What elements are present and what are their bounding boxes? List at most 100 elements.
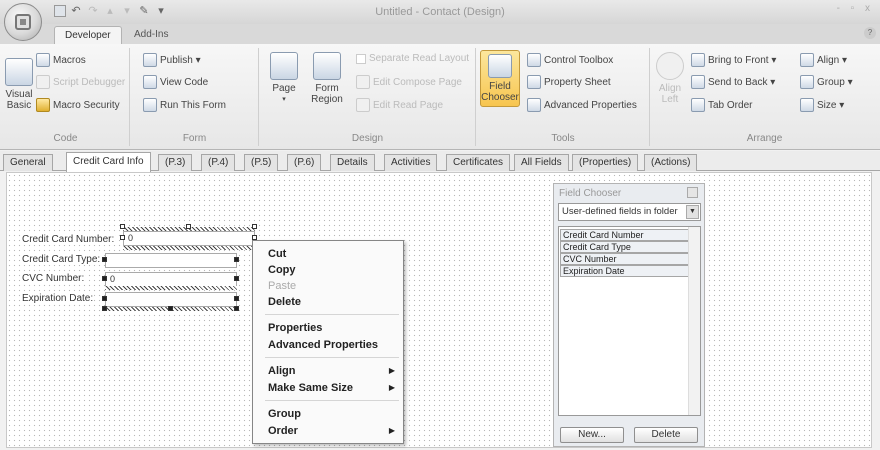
view-code-button[interactable]: View Code [143,75,208,89]
menu-item-align[interactable]: Align ▶ [268,363,395,379]
menu-item-delete[interactable]: Delete [268,294,395,310]
script-debugger-button[interactable]: Script Debugger [36,75,125,89]
submenu-arrow-icon: ▶ [388,366,395,375]
close-icon[interactable] [687,187,698,198]
view-code-label: View Code [160,76,209,88]
send-to-back-button[interactable]: Send to Back ▾ [691,75,775,89]
tab-add-ins[interactable]: Add-Ins [124,26,178,44]
page-tab-actions[interactable]: (Actions) [644,154,698,171]
resize-handle[interactable] [102,276,107,281]
page-tab-p6[interactable]: (P.6) [287,154,322,171]
page-tab-details[interactable]: Details [330,154,375,171]
tab-developer[interactable]: Developer [54,26,122,44]
credit-card-number-field[interactable]: 0 [123,231,255,246]
form-region-label: Form Region [311,83,343,105]
office-logo-icon [15,14,31,30]
separate-read-layout-button[interactable]: Separate Read Layout [356,53,469,64]
menu-item-advanced-properties[interactable]: Advanced Properties [268,337,395,353]
size-button[interactable]: Size ▾ [800,98,844,112]
resize-handle[interactable] [234,306,239,311]
menu-item-cut[interactable]: Cut [268,246,395,262]
form-region-button[interactable]: Form Region [306,52,348,105]
resize-handle[interactable] [120,224,125,229]
label-cvc-number[interactable]: CVC Number: [21,273,86,284]
field-list-item[interactable]: Expiration Date [560,265,689,277]
macro-security-button[interactable]: Macro Security [36,98,120,112]
bring-to-front-label: Bring to Front ▾ [708,54,777,66]
resize-handle[interactable] [234,257,239,262]
resize-handle[interactable] [252,224,257,229]
resize-handle[interactable] [102,257,107,262]
page-tab-general[interactable]: General [3,154,53,171]
property-sheet-button[interactable]: Property Sheet [527,75,611,89]
script-debugger-label: Script Debugger [53,76,126,88]
window-controls[interactable]: - ▫ x [837,3,874,14]
align-button[interactable]: Align ▾ [800,53,847,67]
menu-item-copy[interactable]: Copy [268,262,395,278]
page-tab-properties[interactable]: (Properties) [572,154,639,171]
credit-card-type-field[interactable] [105,253,237,268]
bring-to-front-button[interactable]: Bring to Front ▾ [691,53,776,67]
bring-front-icon [691,53,705,67]
group-button[interactable]: Group ▾ [800,75,853,89]
visual-basic-button[interactable]: Visual Basic [5,58,33,111]
resize-handle[interactable] [186,224,191,229]
tab-order-button[interactable]: Tab Order [691,98,752,112]
label-credit-card-type[interactable]: Credit Card Type: [21,254,102,265]
label-expiration-date[interactable]: Expiration Date: [21,293,95,304]
edit-compose-page-button[interactable]: Edit Compose Page [356,75,462,89]
cvc-number-field[interactable]: 0 [105,272,237,287]
macros-button[interactable]: Macros [36,53,86,67]
resize-handle[interactable] [102,296,107,301]
resize-handle[interactable] [102,306,107,311]
macro-security-label: Macro Security [53,99,120,111]
field-chooser-label: Field Chooser [481,81,519,103]
resize-handle[interactable] [168,306,173,311]
field-set-dropdown[interactable]: User-defined fields in folder ▼ [558,203,701,221]
field-chooser-button[interactable]: Field Chooser [480,50,520,107]
publish-button[interactable]: Publish ▾ [143,53,201,67]
field-list-item[interactable]: CVC Number [560,253,689,265]
field-list-item[interactable]: Credit Card Number [560,229,689,241]
control-toolbox-button[interactable]: Control Toolbox [527,53,613,67]
page-tab-p4[interactable]: (P.4) [201,154,236,171]
align-left-button[interactable]: Align Left [653,52,687,105]
menu-item-align-label: Align [268,365,296,377]
separate-read-layout-label: Separate Read Layout [369,53,470,64]
group-icon [800,75,814,89]
resize-handle[interactable] [234,296,239,301]
field-list-scrollbar[interactable] [688,227,700,415]
page-button[interactable]: Page ▾ [266,52,302,105]
form-page-tabs: General Credit Card Info (P.3) (P.4) (P.… [0,151,880,172]
chevron-down-icon[interactable]: ▼ [686,205,699,219]
expiration-date-field[interactable] [105,292,237,307]
menu-item-order[interactable]: Order ▶ [268,423,395,439]
form-design-canvas[interactable]: Credit Card Number: Credit Card Type: CV… [6,172,872,448]
group-arrange: Align Left Bring to Front ▾ Send to Back… [651,48,878,146]
edit-compose-page-label: Edit Compose Page [373,76,462,88]
tab-order-label: Tab Order [708,99,753,111]
edit-read-page-button[interactable]: Edit Read Page [356,98,443,112]
menu-item-group[interactable]: Group [268,406,395,422]
resize-handle[interactable] [234,276,239,281]
menu-item-paste[interactable]: Paste [268,278,395,294]
page-tab-certificates[interactable]: Certificates [446,154,511,171]
run-form-button[interactable]: Run This Form [143,98,226,112]
page-tab-activities[interactable]: Activities [384,154,438,171]
debugger-icon [36,75,50,89]
advanced-properties-button[interactable]: Advanced Properties [527,98,637,112]
menu-item-make-same-size[interactable]: Make Same Size ▶ [268,380,395,396]
page-tab-credit-card-info[interactable]: Credit Card Info [66,152,151,172]
field-chooser-title: Field Chooser [559,188,622,199]
new-field-button[interactable]: New... [560,427,624,443]
resize-handle[interactable] [120,235,125,240]
delete-field-button[interactable]: Delete [634,427,698,443]
page-tab-p5[interactable]: (P.5) [244,154,279,171]
menu-item-properties[interactable]: Properties [268,320,395,336]
help-icon[interactable]: ? [864,27,876,39]
office-button[interactable] [4,3,42,41]
page-tab-p3[interactable]: (P.3) [158,154,193,171]
label-credit-card-number[interactable]: Credit Card Number: [21,234,116,245]
field-list-item[interactable]: Credit Card Type [560,241,689,253]
page-tab-all-fields[interactable]: All Fields [514,154,569,171]
